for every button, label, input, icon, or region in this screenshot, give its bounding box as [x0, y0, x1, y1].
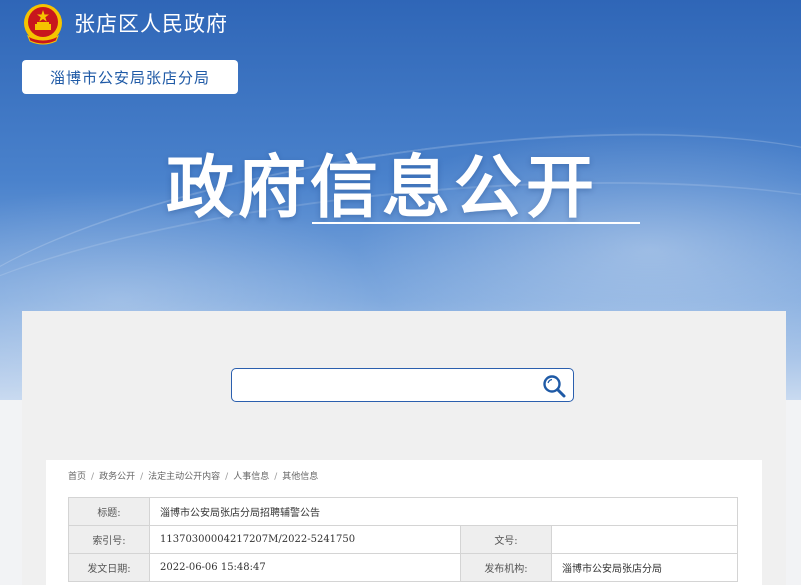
- content-area: 首页 / 政务公开 / 法定主动公开内容 / 人事信息 / 其他信息 标题: 淄博市公安局张店分…: [46, 460, 762, 585]
- search-input[interactable]: [238, 373, 542, 399]
- breadcrumb-item[interactable]: 法定主动公开内容: [148, 472, 220, 482]
- index-value: 11370300004217207M/2022-5241750: [149, 525, 461, 554]
- date-value: 2022-06-06 15:48:47: [149, 553, 461, 582]
- org-value: 淄博市公安局张店分局: [551, 553, 738, 582]
- breadcrumb-separator: /: [91, 472, 95, 482]
- breadcrumb-separator: /: [274, 472, 278, 482]
- docno-label: 文号:: [460, 525, 552, 554]
- table-row: 发文日期: 2022-06-06 15:48:47 发布机构: 淄博市公安局张店…: [68, 553, 738, 582]
- breadcrumb-separator: /: [140, 472, 144, 482]
- breadcrumb: 首页 / 政务公开 / 法定主动公开内容 / 人事信息 / 其他信息: [68, 469, 318, 482]
- table-row: 索引号: 11370300004217207M/2022-5241750 文号:: [68, 525, 738, 554]
- title-label: 标题:: [68, 497, 150, 526]
- breadcrumb-item[interactable]: 其他信息: [282, 472, 318, 482]
- document-meta-table: 标题: 淄博市公安局张店分局招聘辅警公告 索引号: 11370300004217…: [68, 497, 738, 582]
- docno-value: [551, 525, 738, 554]
- hero-title: 政府信息公开: [166, 149, 599, 228]
- date-label: 发文日期:: [68, 553, 150, 582]
- hero-underline: [312, 222, 640, 224]
- search-icon[interactable]: [541, 373, 567, 399]
- index-label: 索引号:: [68, 525, 150, 554]
- national-emblem-icon[interactable]: [22, 2, 64, 46]
- search-box: [231, 368, 574, 402]
- org-label: 发布机构:: [460, 553, 552, 582]
- breadcrumb-item[interactable]: 人事信息: [233, 472, 269, 482]
- table-row: 标题: 淄博市公安局张店分局招聘辅警公告: [68, 497, 738, 526]
- breadcrumb-home[interactable]: 首页: [68, 472, 86, 482]
- breadcrumb-item[interactable]: 政务公开: [99, 472, 135, 482]
- breadcrumb-separator: /: [225, 472, 229, 482]
- site-title[interactable]: 张店区人民政府: [74, 8, 228, 38]
- title-value: 淄博市公安局张店分局招聘辅警公告: [149, 497, 738, 526]
- department-label[interactable]: 淄博市公安局张店分局: [22, 60, 238, 94]
